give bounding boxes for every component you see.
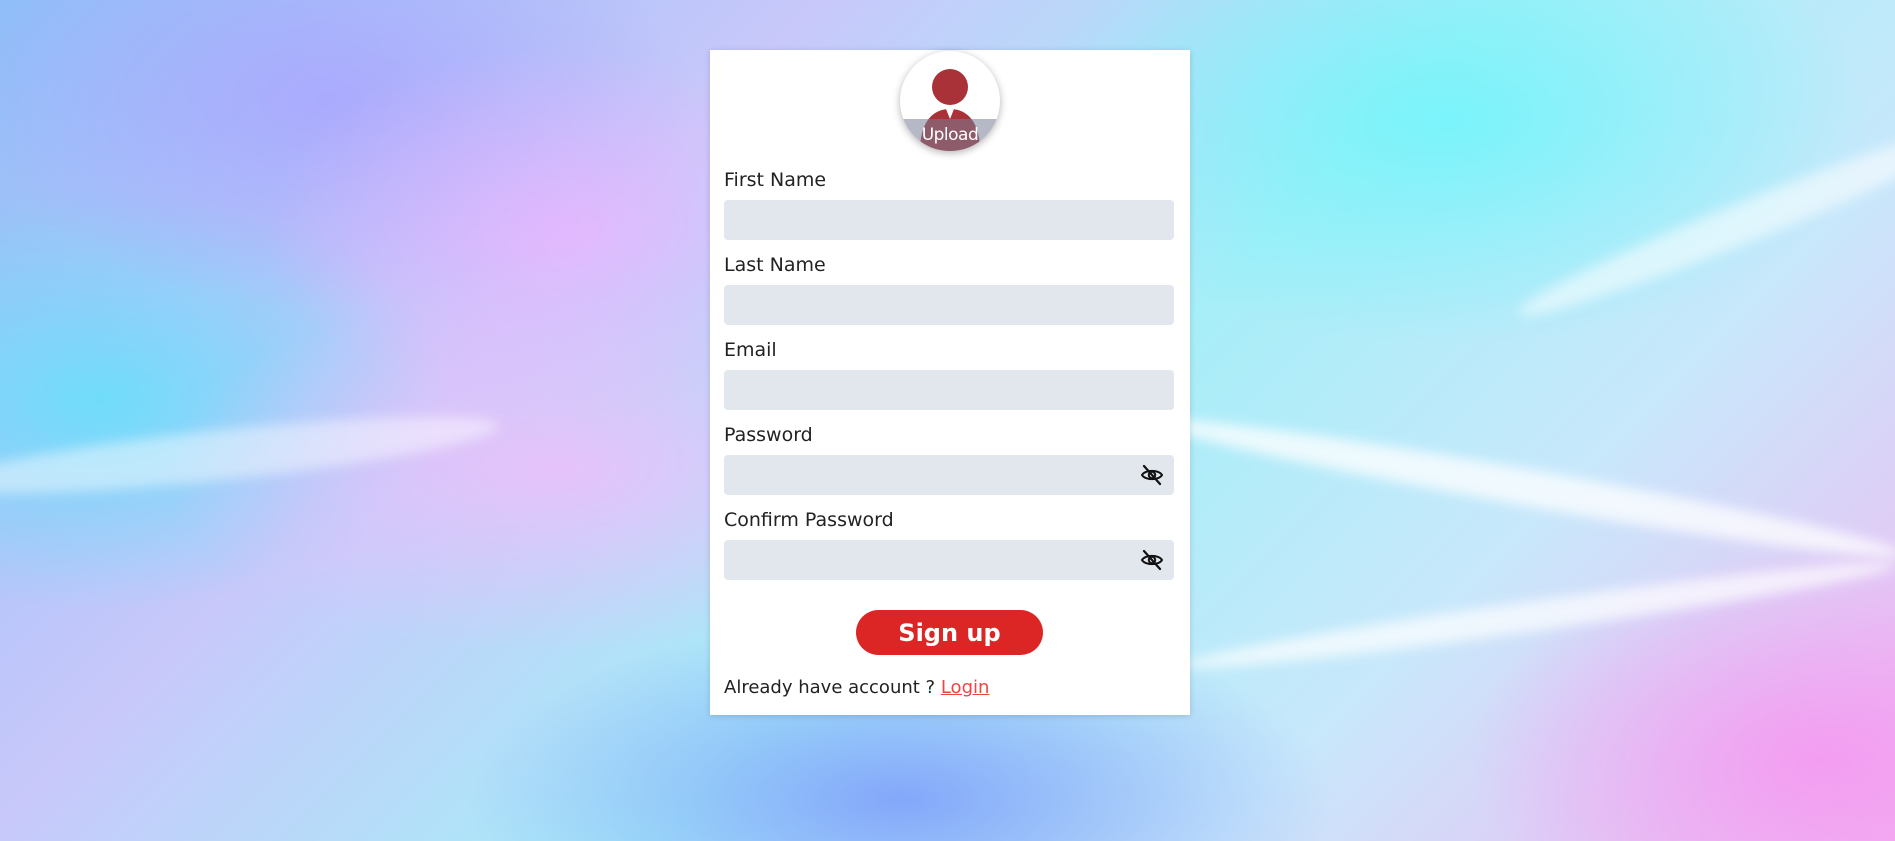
email-input[interactable]	[724, 370, 1174, 410]
confirm-password-visibility-toggle[interactable]	[1138, 546, 1166, 574]
password-input[interactable]	[724, 455, 1174, 495]
signup-card: Upload First Name Last Name Email Passwo…	[710, 50, 1190, 715]
confirm-password-input[interactable]	[724, 540, 1174, 580]
light-streak	[1152, 404, 1895, 572]
first-name-label: First Name	[724, 169, 827, 191]
first-name-input[interactable]	[724, 200, 1174, 240]
password-label: Password	[724, 424, 813, 446]
login-prompt: Already have account ? Login	[724, 677, 989, 698]
light-streak	[1181, 550, 1895, 680]
avatar-upload-button[interactable]: Upload	[900, 51, 1000, 151]
email-label: Email	[724, 339, 777, 361]
light-streak	[1510, 107, 1895, 333]
light-streak	[0, 400, 502, 510]
login-link[interactable]: Login	[941, 677, 990, 698]
login-prompt-text: Already have account ?	[724, 677, 936, 698]
eye-off-icon	[1140, 549, 1164, 571]
last-name-input[interactable]	[724, 285, 1174, 325]
confirm-password-label: Confirm Password	[724, 509, 894, 531]
upload-label: Upload	[921, 125, 979, 145]
eye-off-icon	[1140, 464, 1164, 486]
password-visibility-toggle[interactable]	[1138, 461, 1166, 489]
signup-button[interactable]: Sign up	[856, 610, 1043, 655]
last-name-label: Last Name	[724, 254, 826, 276]
